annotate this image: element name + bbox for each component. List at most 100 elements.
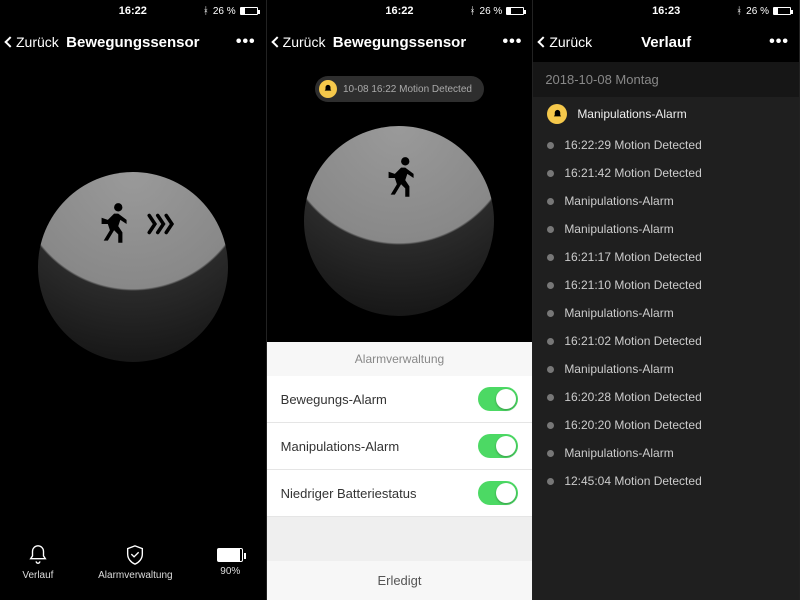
bullet-icon [547,394,554,401]
chevron-left-icon [271,36,282,47]
bullet-icon [547,254,554,261]
status-time: 16:22 [119,5,147,17]
history-item[interactable]: 12:45:04 Motion Detected [533,467,799,495]
battery-icon [240,7,258,15]
bullet-icon [547,310,554,317]
history-item[interactable]: 16:21:10 Motion Detected [533,271,799,299]
shield-check-icon [124,544,146,566]
history-item-label: 16:20:28 Motion Detected [564,390,701,404]
page-title: Verlauf [641,34,691,51]
history-item[interactable]: Manipulations-Alarm [533,299,799,327]
sensor-visual-wrap [267,102,533,342]
bullet-icon [547,338,554,345]
sensor-top [38,172,228,277]
battery-percent: 26 % [213,6,236,17]
history-item[interactable]: Manipulations-Alarm [533,97,799,131]
status-right: ᚼ 26 % [470,0,525,22]
back-label: Zurück [16,34,59,50]
toggle-tamper[interactable] [478,434,518,458]
history-item[interactable]: 16:20:28 Motion Detected [533,383,799,411]
nav-header: Zurück Bewegungssensor ••• [267,22,533,62]
bullet-icon [547,366,554,373]
sensor-top [304,126,494,231]
battery-icon [506,7,524,15]
history-list[interactable]: Manipulations-Alarm 16:22:29 Motion Detec… [533,97,799,495]
bluetooth-icon: ᚼ [736,6,742,17]
bluetooth-icon: ᚼ [470,6,476,17]
row-label: Bewegungs-Alarm [281,392,387,407]
history-item[interactable]: Manipulations-Alarm [533,187,799,215]
sensor-visual [38,172,228,362]
bullet-icon [547,226,554,233]
page-title: Bewegungssensor [66,34,199,51]
tab-battery-label: 90% [220,566,240,577]
battery-icon [773,7,791,15]
history-item-label: Manipulations-Alarm [564,446,673,460]
back-button[interactable]: Zurück [539,22,592,62]
history-body: 2018-10-08 Montag Manipulations-Alarm16:… [533,62,799,600]
battery-large-icon [217,548,243,562]
row-low-battery[interactable]: Niedriger Batteriestatus [267,470,533,517]
row-tamper-alarm[interactable]: Manipulations-Alarm [267,423,533,470]
history-item-label: 16:21:17 Motion Detected [564,250,701,264]
row-label: Manipulations-Alarm [281,439,400,454]
bell-badge-icon [319,80,337,98]
history-item-label: 16:22:29 Motion Detected [564,138,701,152]
bullet-icon [547,198,554,205]
screen-sensor-main: 16:22 ᚼ 26 % Zurück Bewegungssensor ••• [0,0,267,600]
done-button[interactable]: Erledigt [267,561,533,600]
row-motion-alarm[interactable]: Bewegungs-Alarm [267,376,533,423]
bluetooth-icon: ᚼ [203,6,209,17]
history-item-label: 16:20:20 Motion Detected [564,418,701,432]
bottom-tabbar: Verlauf Alarmverwaltung 90% [0,530,266,600]
alarm-sheet: Alarmverwaltung Bewegungs-Alarm Manipula… [267,342,533,600]
history-item[interactable]: Manipulations-Alarm [533,439,799,467]
tab-verlauf[interactable]: Verlauf [22,544,53,581]
running-person-icon [374,153,424,203]
toast-text: 10-08 16:22 Motion Detected [343,84,472,95]
history-item[interactable]: Manipulations-Alarm [533,215,799,243]
history-item[interactable]: 16:22:29 Motion Detected [533,131,799,159]
status-right: ᚼ 26 % [203,0,258,22]
status-bar: 16:22 ᚼ 26 % [0,0,266,22]
history-item[interactable]: 16:21:17 Motion Detected [533,243,799,271]
history-item-label: 16:21:10 Motion Detected [564,278,701,292]
chevron-left-icon [538,36,549,47]
sensor-body: 10-08 16:22 Motion Detected Alarmverwalt… [267,62,533,600]
bullet-icon [547,282,554,289]
history-item[interactable]: 16:21:42 Motion Detected [533,159,799,187]
battery-percent: 26 % [480,6,503,17]
tab-alarm-label: Alarmverwaltung [98,570,172,581]
motion-toast[interactable]: 10-08 16:22 Motion Detected [315,76,484,102]
more-button[interactable]: ••• [769,22,789,62]
sensor-visual [304,126,494,316]
row-label: Niedriger Batteriestatus [281,486,417,501]
more-button[interactable]: ••• [503,22,523,62]
toggle-battery[interactable] [478,481,518,505]
status-time: 16:22 [385,5,413,17]
status-time: 16:23 [652,5,680,17]
history-item[interactable]: Manipulations-Alarm [533,355,799,383]
sensor-body [0,62,266,530]
nav-header: Zurück Verlauf ••• [533,22,799,62]
more-button[interactable]: ••• [236,22,256,62]
bullet-icon [547,450,554,457]
back-button[interactable]: Zurück [273,22,326,62]
back-label: Zurück [549,34,592,50]
status-bar: 16:23 ᚼ 26 % [533,0,799,22]
nav-header: Zurück Bewegungssensor ••• [0,22,266,62]
page-title: Bewegungssensor [333,34,466,51]
motion-waves-icon [145,207,179,241]
history-date: 2018-10-08 Montag [533,62,799,97]
back-button[interactable]: Zurück [6,22,59,62]
tab-battery[interactable]: 90% [217,548,243,577]
tab-alarm[interactable]: Alarmverwaltung [98,544,172,581]
history-item[interactable]: 16:21:02 Motion Detected [533,327,799,355]
bell-icon [27,544,49,566]
screen-history: 16:23 ᚼ 26 % Zurück Verlauf ••• 2018-10-… [533,0,800,600]
toggle-motion[interactable] [478,387,518,411]
history-item-label: 16:21:02 Motion Detected [564,334,701,348]
history-item[interactable]: 16:20:20 Motion Detected [533,411,799,439]
back-label: Zurück [283,34,326,50]
running-person-icon [87,199,137,249]
